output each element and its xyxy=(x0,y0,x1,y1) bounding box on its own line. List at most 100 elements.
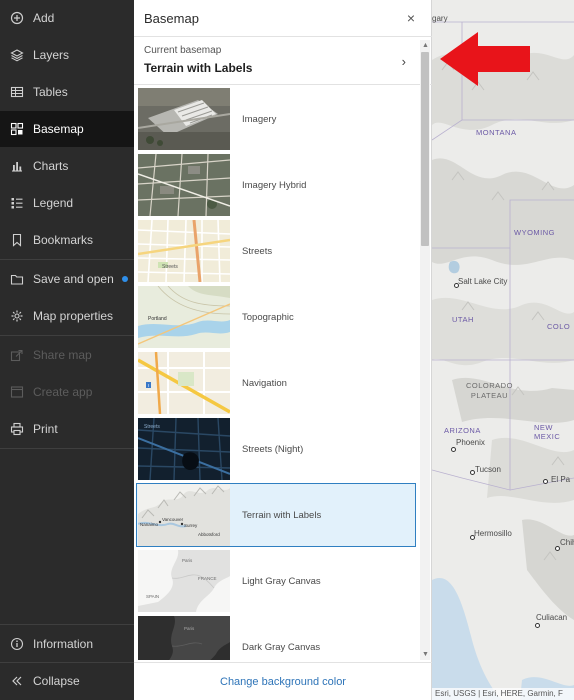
map-label-phoenix: Phoenix xyxy=(456,438,485,447)
basemap-icon xyxy=(10,122,24,136)
map-label-salt-lake-city: Salt Lake City xyxy=(458,277,508,286)
info-icon xyxy=(10,637,24,651)
basemap-thumbnail: Paris FRANCE SPAIN xyxy=(138,550,230,612)
nav-item-basemap[interactable]: Basemap xyxy=(0,111,134,147)
basemap-thumbnail: Streets xyxy=(138,220,230,282)
chart-icon xyxy=(10,159,24,173)
map-label-colorado-plateau-line2: PLATEAU xyxy=(470,391,509,400)
map-label-hermosillo: Hermosillo xyxy=(474,529,512,538)
svg-text:I: I xyxy=(148,383,149,388)
panel-footer: Change background color xyxy=(134,662,432,700)
basemap-label: Navigation xyxy=(242,377,287,389)
gallery-scrollbar[interactable]: ▲ ▼ xyxy=(420,40,430,660)
city-dot-el-paso xyxy=(543,479,548,484)
svg-text:Paris: Paris xyxy=(184,626,195,631)
app-icon xyxy=(10,385,24,399)
svg-text:Streets: Streets xyxy=(144,424,160,430)
nav-label: Layers xyxy=(33,48,70,62)
scroll-down-arrow-icon[interactable]: ▼ xyxy=(422,651,429,658)
basemap-label: Light Gray Canvas xyxy=(242,575,321,587)
nav-label: Save and open xyxy=(33,272,114,286)
map-view[interactable]: gary MONTANA WYOMING Salt Lake City UTAH… xyxy=(432,0,574,700)
unsaved-indicator-dot xyxy=(121,276,128,282)
basemap-gallery: Imagery Imagery Hybrid Streets Streets P… xyxy=(134,85,419,660)
nav-item-save-and-open[interactable]: Save and open xyxy=(0,261,134,297)
basemap-item-light-gray-canvas[interactable]: Paris FRANCE SPAIN Light Gray Canvas xyxy=(136,549,416,613)
map-label-calgary: gary xyxy=(432,14,448,23)
svg-text:Vancouver: Vancouver xyxy=(162,517,184,522)
basemap-label: Streets (Night) xyxy=(242,443,304,455)
nav-item-share-map: Share map xyxy=(0,337,134,373)
basemap-label: Streets xyxy=(242,245,273,257)
basemap-thumbnail: Vancouver Nanaimo Surrey Abbotsford xyxy=(138,484,230,546)
nav-item-bookmarks[interactable]: Bookmarks xyxy=(0,222,134,258)
basemap-thumbnail: Streets xyxy=(138,418,230,480)
svg-text:Paris: Paris xyxy=(182,558,193,563)
map-label-arizona: ARIZONA xyxy=(444,426,481,435)
svg-text:Abbotsford: Abbotsford xyxy=(198,532,220,537)
map-label-montana: MONTANA xyxy=(476,128,517,137)
map-label-utah: UTAH xyxy=(452,315,474,324)
basemap-item-navigation[interactable]: I Navigation xyxy=(136,351,416,415)
basemap-item-imagery[interactable]: Imagery xyxy=(136,87,416,151)
nav-item-add[interactable]: Add xyxy=(0,0,134,36)
basemap-thumbnail: I xyxy=(138,352,230,414)
svg-text:Nanaimo: Nanaimo xyxy=(140,522,159,527)
nav-divider xyxy=(0,259,134,260)
basemap-item-imagery-hybrid[interactable]: Imagery Hybrid xyxy=(136,153,416,217)
nav-item-print[interactable]: Print xyxy=(0,411,134,447)
svg-text:FRANCE: FRANCE xyxy=(198,576,217,581)
basemap-label: Terrain with Labels xyxy=(242,509,322,521)
basemap-thumbnail: Paris xyxy=(138,616,230,660)
nav-item-tables[interactable]: Tables xyxy=(0,74,134,110)
nav-label: Information xyxy=(33,637,94,651)
print-icon xyxy=(10,422,24,436)
city-dot-culiacan xyxy=(535,623,540,628)
basemap-item-terrain-with-labels[interactable]: Vancouver Nanaimo Surrey Abbotsford Terrain… xyxy=(136,483,416,547)
svg-text:Streets: Streets xyxy=(162,264,178,270)
nav-label: Collapse xyxy=(33,674,80,688)
change-background-color-link[interactable]: Change background color xyxy=(220,676,346,688)
svg-text:SPAIN: SPAIN xyxy=(146,594,159,599)
basemap-label: Imagery Hybrid xyxy=(242,179,307,191)
legend-icon xyxy=(10,196,24,210)
nav-item-legend[interactable]: Legend xyxy=(0,185,134,221)
basemap-item-dark-gray-canvas[interactable]: Paris Dark Gray Canvas xyxy=(136,615,416,660)
nav-item-collapse[interactable]: Collapse xyxy=(0,663,134,699)
map-label-el-paso: El Pa xyxy=(551,475,571,484)
nav-label: Map properties xyxy=(33,309,114,323)
basemap-item-topographic[interactable]: Portland Topographic xyxy=(136,285,416,349)
nav-item-layers[interactable]: Layers xyxy=(0,37,134,73)
map-label-colorado: COLO xyxy=(547,322,571,331)
collapse-icon xyxy=(10,674,24,688)
panel-header: Basemap × xyxy=(134,0,432,37)
basemap-label: Imagery xyxy=(242,113,277,125)
map-attribution[interactable]: Esri, USGS | Esri, HERE, Garmin, F xyxy=(432,688,574,700)
map-label-tucson: Tucson xyxy=(475,465,501,474)
basemap-item-streets-night[interactable]: Streets Streets (Night) xyxy=(136,417,416,481)
nav-item-charts[interactable]: Charts xyxy=(0,148,134,184)
layers-icon xyxy=(10,48,24,62)
basemap-thumbnail xyxy=(138,88,230,150)
basemap-label: Dark Gray Canvas xyxy=(242,641,321,653)
close-button[interactable]: × xyxy=(404,11,418,25)
map-label-colorado-plateau: COLORADO PLATEAU xyxy=(466,381,513,401)
terrain-map-background xyxy=(432,0,574,700)
nav-label: Tables xyxy=(33,85,68,99)
nav-item-information[interactable]: Information xyxy=(0,626,134,662)
map-label-wyoming: WYOMING xyxy=(514,228,555,237)
nav-item-map-properties[interactable]: Map properties xyxy=(0,298,134,334)
svg-text:Portland: Portland xyxy=(148,316,167,322)
nav-label: Share map xyxy=(33,348,92,362)
scroll-thumb[interactable] xyxy=(421,52,429,246)
current-basemap-selector[interactable]: Current basemap Terrain with Labels › xyxy=(134,37,432,85)
nav-label: Bookmarks xyxy=(33,233,94,247)
city-dot-phoenix xyxy=(451,447,456,452)
side-nav: Add Layers Tables Basemap Charts Legend … xyxy=(0,0,134,700)
basemap-item-streets[interactable]: Streets Streets xyxy=(136,219,416,283)
nav-label: Basemap xyxy=(33,122,84,136)
scroll-up-arrow-icon[interactable]: ▲ xyxy=(422,42,429,49)
map-label-new-mexico: NEW MEXIC xyxy=(534,423,561,441)
current-basemap-label: Current basemap xyxy=(144,45,222,56)
current-basemap-value: Terrain with Labels xyxy=(144,61,253,75)
